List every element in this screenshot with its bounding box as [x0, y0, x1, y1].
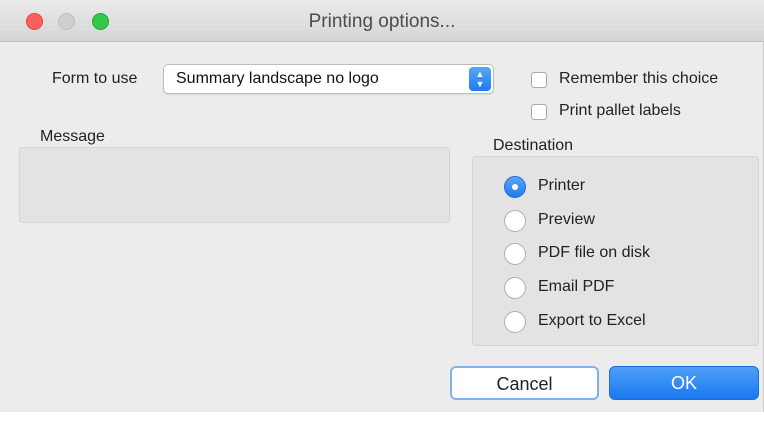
preview-radio-label: Preview	[538, 211, 595, 228]
message-label: Message	[40, 128, 105, 145]
window-title: Printing options...	[308, 11, 456, 32]
cancel-button[interactable]: Cancel	[450, 366, 599, 400]
print-pallet-labels-label: Print pallet labels	[559, 102, 681, 119]
ok-button[interactable]: OK	[609, 366, 759, 400]
destination-label: Destination	[493, 137, 574, 154]
printer-radio-label: Printer	[538, 177, 586, 194]
print-pallet-labels-checkbox[interactable]	[531, 104, 547, 120]
export-excel-radio-label: Export to Excel	[538, 312, 646, 329]
email-pdf-radio[interactable]	[504, 277, 526, 299]
pdf-file-radio-label: PDF file on disk	[538, 244, 651, 261]
preview-radio[interactable]	[504, 210, 526, 232]
title-bar: Printing options...	[0, 0, 764, 42]
form-select-value: Summary landscape no logo	[176, 70, 379, 87]
printer-radio[interactable]	[504, 176, 526, 198]
email-pdf-radio-label: Email PDF	[538, 278, 615, 295]
form-to-use-label: Form to use	[52, 70, 138, 87]
pdf-file-radio[interactable]	[504, 243, 526, 265]
printing-options-dialog: Printing options... Form to use Summary …	[0, 0, 764, 412]
remember-choice-checkbox[interactable]	[531, 72, 547, 88]
form-select[interactable]: Summary landscape no logo ▲ ▼	[163, 64, 494, 94]
up-down-chevron-icon: ▲ ▼	[469, 67, 491, 91]
remember-choice-label: Remember this choice	[559, 70, 719, 87]
export-excel-radio[interactable]	[504, 311, 526, 333]
message-field[interactable]	[19, 147, 450, 223]
